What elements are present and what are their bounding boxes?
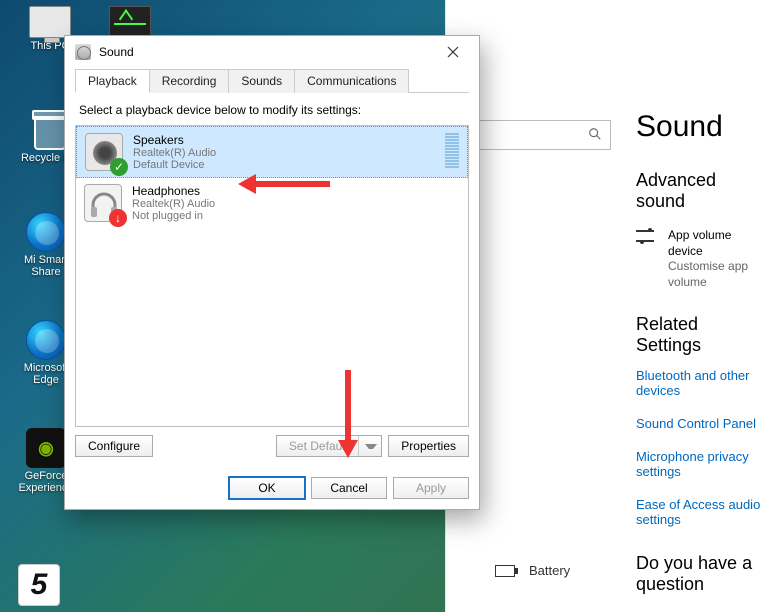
section-heading: Do you have a question xyxy=(636,553,768,595)
tab-playback[interactable]: Playback xyxy=(75,69,150,93)
sound-dialog: Sound Playback Recording Sounds Communic… xyxy=(64,35,480,510)
section-heading: Related Settings xyxy=(636,314,768,356)
settings-item-title: App volume device xyxy=(668,228,768,259)
device-driver: Realtek(R) Audio xyxy=(132,198,215,210)
settings-main: Sound Advanced sound App volume device C… xyxy=(636,110,768,611)
device-driver: Realtek(R) Audio xyxy=(133,147,216,159)
five-label: 5 xyxy=(31,568,48,602)
nvidia-icon: ◉ xyxy=(26,428,66,468)
speaker-icon xyxy=(75,44,91,60)
device-name: Headphones xyxy=(132,184,215,198)
settings-search-input[interactable] xyxy=(475,120,611,150)
section-heading: Advanced sound xyxy=(636,170,768,212)
device-status: Default Device xyxy=(133,159,216,171)
page-title: Sound xyxy=(636,110,768,144)
ok-button[interactable]: OK xyxy=(229,477,305,499)
device-item-speakers[interactable]: ✓ Speakers Realtek(R) Audio Default Devi… xyxy=(76,126,468,178)
instruction-text: Select a playback device below to modify… xyxy=(79,103,465,117)
tab-recording[interactable]: Recording xyxy=(149,69,230,93)
edge-icon xyxy=(26,320,66,360)
cancel-button[interactable]: Cancel xyxy=(311,477,387,499)
headphones-device-icon: ↓ xyxy=(84,184,122,222)
link-sound-control-panel[interactable]: Sound Control Panel xyxy=(636,416,768,431)
device-list[interactable]: ✓ Speakers Realtek(R) Audio Default Devi… xyxy=(75,125,469,427)
tab-bar: Playback Recording Sounds Communications xyxy=(75,68,469,93)
down-arrow-badge-icon: ↓ xyxy=(109,209,127,227)
dialog-titlebar[interactable]: Sound xyxy=(65,36,479,68)
device-item-headphones[interactable]: ↓ Headphones Realtek(R) Audio Not plugge… xyxy=(76,178,468,228)
link-microphone-privacy[interactable]: Microphone privacy settings xyxy=(636,449,768,479)
computer-icon xyxy=(29,6,71,38)
settings-item-desc: Customise app volume xyxy=(668,259,768,290)
set-default-button[interactable]: Set Default xyxy=(276,435,382,457)
close-icon xyxy=(447,46,459,58)
level-meter-icon xyxy=(445,133,459,168)
search-icon xyxy=(588,127,602,144)
chart-icon xyxy=(109,6,151,38)
tab-communications[interactable]: Communications xyxy=(294,69,409,93)
link-bluetooth-devices[interactable]: Bluetooth and other devices xyxy=(636,368,768,398)
link-ease-of-access-audio[interactable]: Ease of Access audio settings xyxy=(636,497,768,527)
apply-button[interactable]: Apply xyxy=(393,477,469,499)
settings-item-appvolume[interactable]: App volume device Customise app volume xyxy=(636,228,768,290)
close-button[interactable] xyxy=(433,39,473,65)
sliders-icon xyxy=(636,228,654,244)
sidebar-item-label: Battery xyxy=(529,563,570,578)
speaker-device-icon: ✓ xyxy=(85,133,123,171)
tab-sounds[interactable]: Sounds xyxy=(228,69,295,93)
circle-icon xyxy=(26,212,66,252)
check-badge-icon: ✓ xyxy=(110,158,128,176)
battery-icon xyxy=(495,565,515,577)
configure-button[interactable]: Configure xyxy=(75,435,153,457)
device-name: Speakers xyxy=(133,133,216,147)
properties-button[interactable]: Properties xyxy=(388,435,469,457)
sidebar-item-battery[interactable]: Battery xyxy=(495,563,570,578)
dialog-title: Sound xyxy=(99,45,433,59)
device-status: Not plugged in xyxy=(132,210,215,222)
desktop-icon-5[interactable]: 5 xyxy=(18,564,60,606)
settings-sidebar xyxy=(475,120,611,150)
